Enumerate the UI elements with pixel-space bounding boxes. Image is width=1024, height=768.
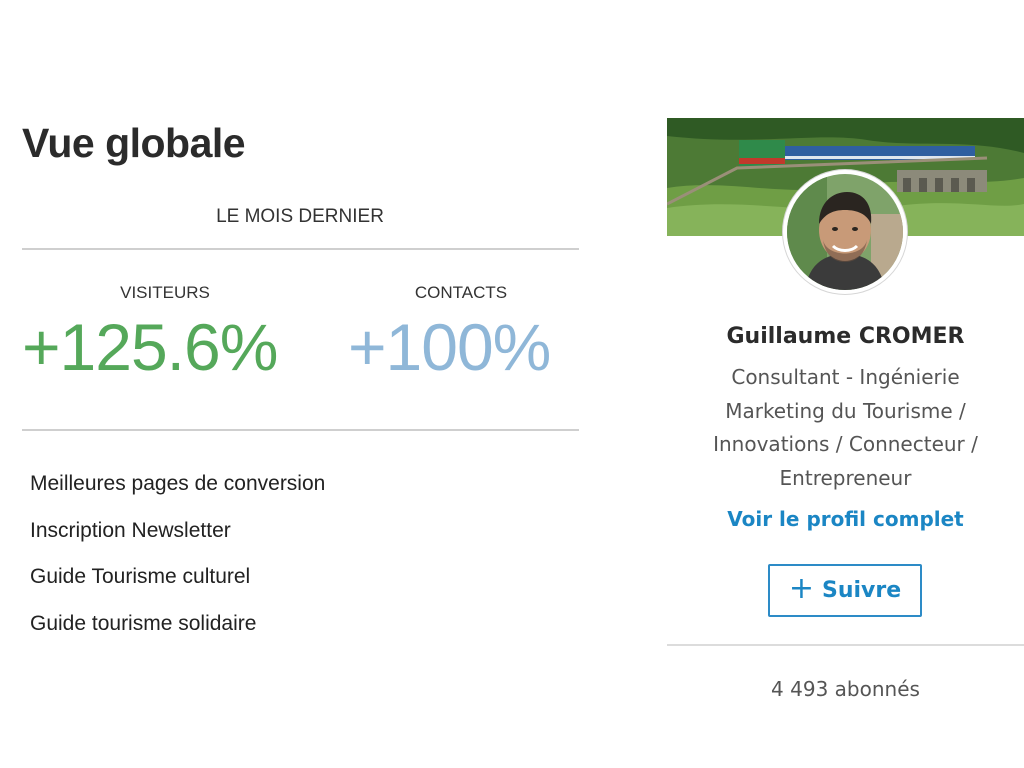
contacts-value: +100% (348, 310, 551, 384)
follow-button-label: Suivre (821, 578, 902, 603)
avatar-photo-icon (787, 174, 903, 290)
followers-count: 4 493 abonnés (771, 677, 920, 701)
headline-line: Entrepreneur (779, 465, 912, 490)
profile-headline: Consultant - Ingénierie Marketing du Tou… (685, 361, 1006, 495)
period-label: LE MOIS DERNIER (216, 206, 384, 227)
list-item[interactable]: Guide Tourisme culturel (30, 559, 325, 606)
profile-name[interactable]: Guillaume CROMER (667, 324, 1024, 349)
profile-card: Guillaume CROMER Consultant - Ingénierie… (667, 118, 1024, 738)
overview-title: Vue globale (22, 120, 246, 166)
avatar[interactable] (783, 170, 907, 294)
list-item[interactable]: Guide tourisme solidaire (30, 606, 325, 653)
visitors-value: +125.6% (22, 310, 278, 384)
list-item[interactable]: Inscription Newsletter (30, 513, 325, 560)
follow-button[interactable]: + Suivre (768, 564, 922, 617)
conversion-pages-list: Meilleures pages de conversion Inscripti… (30, 466, 325, 652)
view-full-profile-link[interactable]: Voir le profil complet (667, 507, 1024, 531)
visitors-label: VISITEURS (120, 283, 210, 302)
list-item: Meilleures pages de conversion (30, 472, 326, 495)
divider (22, 248, 579, 250)
contacts-stat: CONTACTS +100% (330, 283, 600, 384)
visitors-stat: VISITEURS +125.6% (22, 283, 292, 384)
headline-line: Consultant - Ingénierie (731, 365, 960, 389)
overview-panel: Vue globale LE MOIS DERNIER VISITEURS +1… (0, 0, 600, 768)
headline-line: Marketing du Tourisme / (725, 398, 966, 423)
divider (667, 644, 1024, 646)
divider (22, 429, 579, 431)
contacts-label: CONTACTS (414, 283, 508, 302)
headline-line: Innovations / Connecteur / (713, 432, 978, 456)
plus-icon: + (788, 571, 814, 606)
